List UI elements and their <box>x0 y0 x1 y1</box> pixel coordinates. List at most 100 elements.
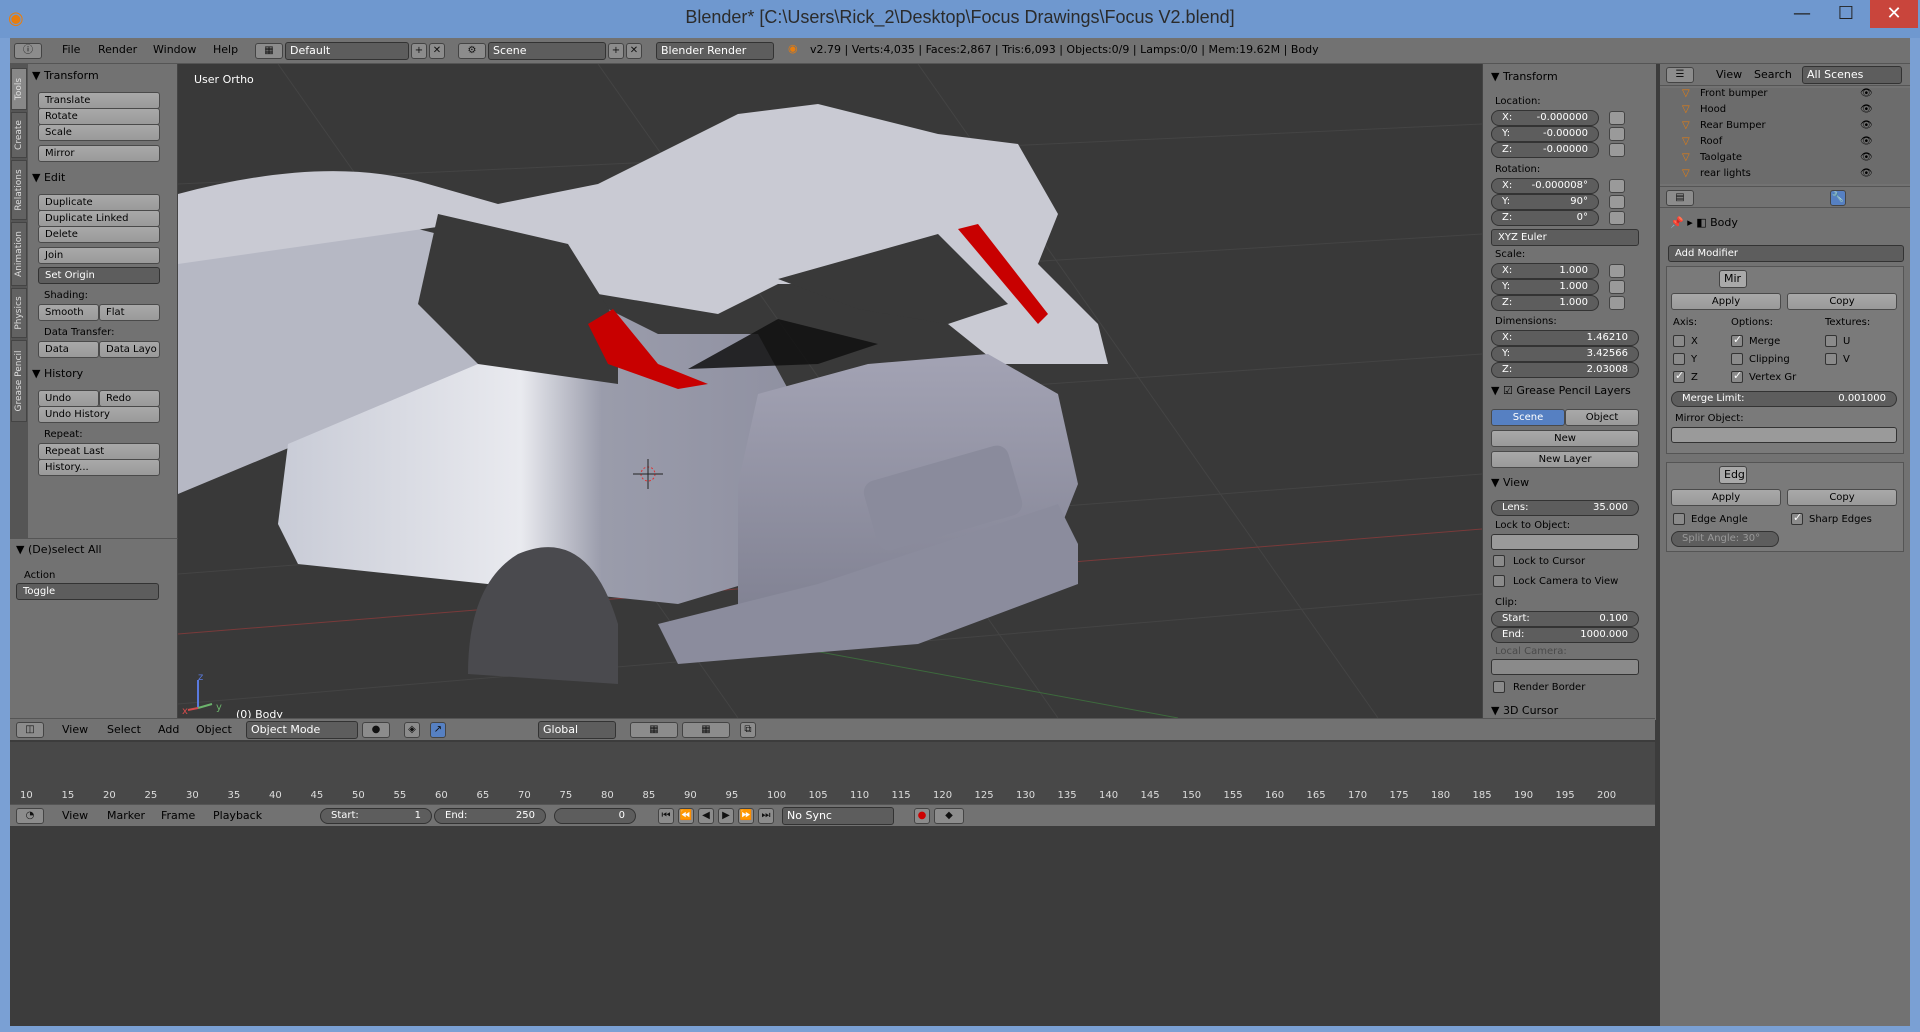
rotate-button[interactable]: Rotate <box>38 108 160 125</box>
action-dropdown[interactable]: Toggle <box>16 583 159 600</box>
dimension-z-field[interactable]: Z: 2.03008 <box>1491 362 1639 378</box>
timeline-area[interactable]: 10 15 20 25 30 35 40 45 50 55 60 65 70 75 80 85 90 95 100 1… <box>10 742 1655 804</box>
outliner-item[interactable]: ▽ Rear Bumper 👁 <box>1660 120 1896 136</box>
menu-view[interactable]: View <box>1716 68 1742 81</box>
smooth-button[interactable]: Smooth <box>38 304 99 321</box>
close-button[interactable]: ✕ <box>1870 0 1918 28</box>
pivot-icon[interactable]: ◈ <box>404 722 420 738</box>
location-z-field[interactable]: Z: -0.00000 <box>1491 142 1599 158</box>
add-scene-icon[interactable]: + <box>608 43 624 59</box>
menu-object[interactable]: Object <box>196 723 232 736</box>
clip-start-field[interactable]: Start: 0.100 <box>1491 611 1639 627</box>
menu-help[interactable]: Help <box>213 43 238 56</box>
scale-button[interactable]: Scale <box>38 124 160 141</box>
vertex-groups-checkbox[interactable] <box>1731 369 1743 383</box>
view-panel-header[interactable]: ▼ View <box>1491 476 1529 489</box>
outliner-item[interactable]: ▽ rear lights 👁 <box>1660 168 1896 184</box>
texture-v-checkbox[interactable] <box>1825 353 1837 365</box>
record-icon[interactable]: ● <box>914 808 930 824</box>
location-y-field[interactable]: Y: -0.00000 <box>1491 126 1599 142</box>
clipping-checkbox[interactable] <box>1731 353 1743 365</box>
visibility-icon[interactable]: 👁 <box>1860 88 1873 99</box>
flat-button[interactable]: Flat <box>99 304 160 321</box>
edge-angle-checkbox[interactable] <box>1673 513 1685 525</box>
merge-limit-field[interactable]: Merge Limit: 0.001000 <box>1671 391 1897 407</box>
render-border-checkbox[interactable] <box>1493 681 1505 693</box>
redo-button[interactable]: Redo <box>99 390 160 407</box>
scene-icon[interactable]: ⚙ <box>458 43 486 59</box>
visibility-icon[interactable]: 👁 <box>1860 120 1873 131</box>
grease-pencil-header[interactable]: ▼ ☑ Grease Pencil Layers <box>1491 384 1631 397</box>
lock-icon[interactable] <box>1609 127 1625 141</box>
manipulator-icon[interactable]: ↗ <box>430 722 446 738</box>
dimension-y-field[interactable]: Y: 3.42566 <box>1491 346 1639 362</box>
add-layout-icon[interactable]: + <box>411 43 427 59</box>
current-frame-field[interactable]: 0 <box>554 808 636 824</box>
merge-checkbox[interactable] <box>1731 333 1743 347</box>
lock-camera-checkbox[interactable] <box>1493 575 1505 587</box>
set-origin-dropdown[interactable]: Set Origin <box>38 267 160 284</box>
data-layout-button[interactable]: Data Layo <box>99 341 160 358</box>
remove-layout-icon[interactable]: ✕ <box>429 43 445 59</box>
shading-icon[interactable]: ● <box>362 722 390 738</box>
axis-x-checkbox[interactable] <box>1673 335 1685 347</box>
mirror-object-field[interactable] <box>1671 427 1897 443</box>
play-icon[interactable]: ▶ <box>718 808 734 824</box>
lock-icon[interactable] <box>1609 264 1625 278</box>
lock-icon[interactable] <box>1609 211 1625 225</box>
tab-create[interactable]: Create <box>11 112 27 158</box>
editor-type-icon[interactable]: ☰ <box>1666 67 1694 83</box>
menu-playback[interactable]: Playback <box>213 809 262 822</box>
gp-object-toggle[interactable]: Object <box>1565 409 1639 426</box>
scale-x-field[interactable]: X: 1.000 <box>1491 263 1599 279</box>
mirror-name-field[interactable]: Mir <box>1719 270 1747 288</box>
menu-frame[interactable]: Frame <box>161 809 195 822</box>
gp-new-button[interactable]: New <box>1491 430 1639 447</box>
maximize-button[interactable]: ☐ <box>1824 0 1868 28</box>
remove-scene-icon[interactable]: ✕ <box>626 43 642 59</box>
3d-cursor-header[interactable]: ▼ 3D Cursor <box>1491 704 1558 717</box>
menu-view[interactable]: View <box>62 809 88 822</box>
menu-search[interactable]: Search <box>1754 68 1792 81</box>
gp-scene-toggle[interactable]: Scene <box>1491 409 1565 426</box>
scene-selector[interactable]: Scene <box>488 42 606 60</box>
axis-z-checkbox[interactable] <box>1673 369 1685 383</box>
layout-icon[interactable]: ▦ <box>255 43 283 59</box>
tab-tools[interactable]: Tools <box>11 68 27 110</box>
editor-type-icon[interactable]: ◔ <box>16 808 44 824</box>
repeat-last-button[interactable]: Repeat Last <box>38 443 160 460</box>
layout-selector[interactable]: Default <box>285 42 409 60</box>
lens-field[interactable]: Lens: 35.000 <box>1491 500 1639 516</box>
edge-copy-button[interactable]: Copy <box>1787 489 1897 506</box>
location-x-field[interactable]: X: -0.000000 <box>1491 110 1599 126</box>
join-button[interactable]: Join <box>38 247 160 264</box>
deselect-all-header[interactable]: ▼ (De)select All <box>16 543 102 556</box>
menu-view[interactable]: View <box>62 723 88 736</box>
history-panel-header[interactable]: ▼ History <box>32 367 83 380</box>
lock-icon[interactable] <box>1609 296 1625 310</box>
end-frame-field[interactable]: End: 250 <box>434 808 546 824</box>
undo-history-button[interactable]: Undo History <box>38 406 160 423</box>
new-layer-button[interactable]: New Layer <box>1491 451 1639 468</box>
outliner-item[interactable]: ▽ Front bumper 👁 <box>1660 88 1896 104</box>
editor-type-icon[interactable]: ⓘ <box>14 43 42 59</box>
rotation-mode-dropdown[interactable]: XYZ Euler <box>1491 229 1639 246</box>
tab-animation[interactable]: Animation <box>11 222 27 286</box>
rotation-y-field[interactable]: Y: 90° <box>1491 194 1599 210</box>
lock-icon[interactable] <box>1609 179 1625 193</box>
visibility-icon[interactable]: 👁 <box>1860 152 1873 163</box>
dimension-x-field[interactable]: X: 1.46210 <box>1491 330 1639 346</box>
lock-icon[interactable] <box>1609 280 1625 294</box>
lock-icon[interactable] <box>1609 111 1625 125</box>
undo-button[interactable]: Undo <box>38 390 99 407</box>
data-button[interactable]: Data <box>38 341 99 358</box>
outliner-item[interactable]: ▽ Taolgate 👁 <box>1660 152 1896 168</box>
keying-set-icon[interactable]: ◆ <box>934 808 964 824</box>
duplicate-button[interactable]: Duplicate <box>38 194 160 211</box>
visibility-icon[interactable]: 👁 <box>1860 168 1873 179</box>
outliner-filter[interactable]: All Scenes <box>1802 66 1902 84</box>
sharp-edges-checkbox[interactable] <box>1791 511 1803 525</box>
scale-z-field[interactable]: Z: 1.000 <box>1491 295 1599 311</box>
edge-apply-button[interactable]: Apply <box>1671 489 1781 506</box>
axis-y-checkbox[interactable] <box>1673 353 1685 365</box>
